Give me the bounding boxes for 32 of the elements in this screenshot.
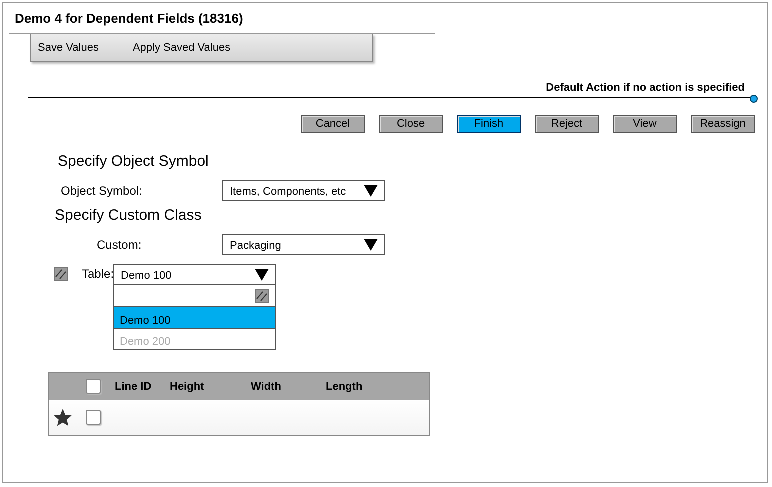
dropdown[interactable]: Items, Components, etc (222, 180, 385, 201)
checkbox[interactable] (86, 410, 101, 425)
dropdown[interactable]: Packaging (222, 234, 385, 255)
section-heading: Specify Object Symbol (58, 153, 210, 172)
window-title: Demo 4 for Dependent Fields (18316) (14, 10, 244, 28)
connector-dot-icon (750, 95, 758, 103)
hatched-square-icon (54, 267, 68, 281)
column-header: Width (251, 380, 282, 392)
action-button[interactable]: Cancel (301, 115, 365, 133)
dropdown-option[interactable]: Demo 100 (114, 307, 275, 328)
action-button[interactable]: Finish (457, 115, 521, 133)
checkbox[interactable] (86, 379, 101, 394)
field-label: Custom: (96, 238, 143, 252)
menu-item[interactable]: Apply Saved Values (132, 42, 231, 54)
menu-item[interactable]: Save Values (38, 42, 99, 54)
dropdown-arrow-icon (255, 268, 269, 280)
action-button[interactable]: Close (379, 115, 443, 133)
column-header: Line ID (115, 380, 153, 392)
column-header: Height (170, 380, 206, 392)
dropdown[interactable]: Demo 100 (113, 264, 276, 285)
dropdown-arrow-icon (364, 184, 378, 196)
action-button[interactable]: View (613, 115, 677, 133)
action-button[interactable]: Reject (535, 115, 599, 133)
star-icon[interactable] (54, 408, 72, 426)
hatched-square-icon (255, 288, 269, 302)
column-header: Length (326, 380, 363, 392)
section-heading: Specify Custom Class (55, 207, 203, 226)
dropdown-arrow-icon (364, 238, 378, 250)
action-button[interactable]: Reassign (691, 115, 755, 133)
field-label: Table: (82, 267, 113, 281)
default-action-label: Default Action if no action is specified (545, 82, 745, 96)
field-label: Object Symbol: (60, 184, 144, 198)
